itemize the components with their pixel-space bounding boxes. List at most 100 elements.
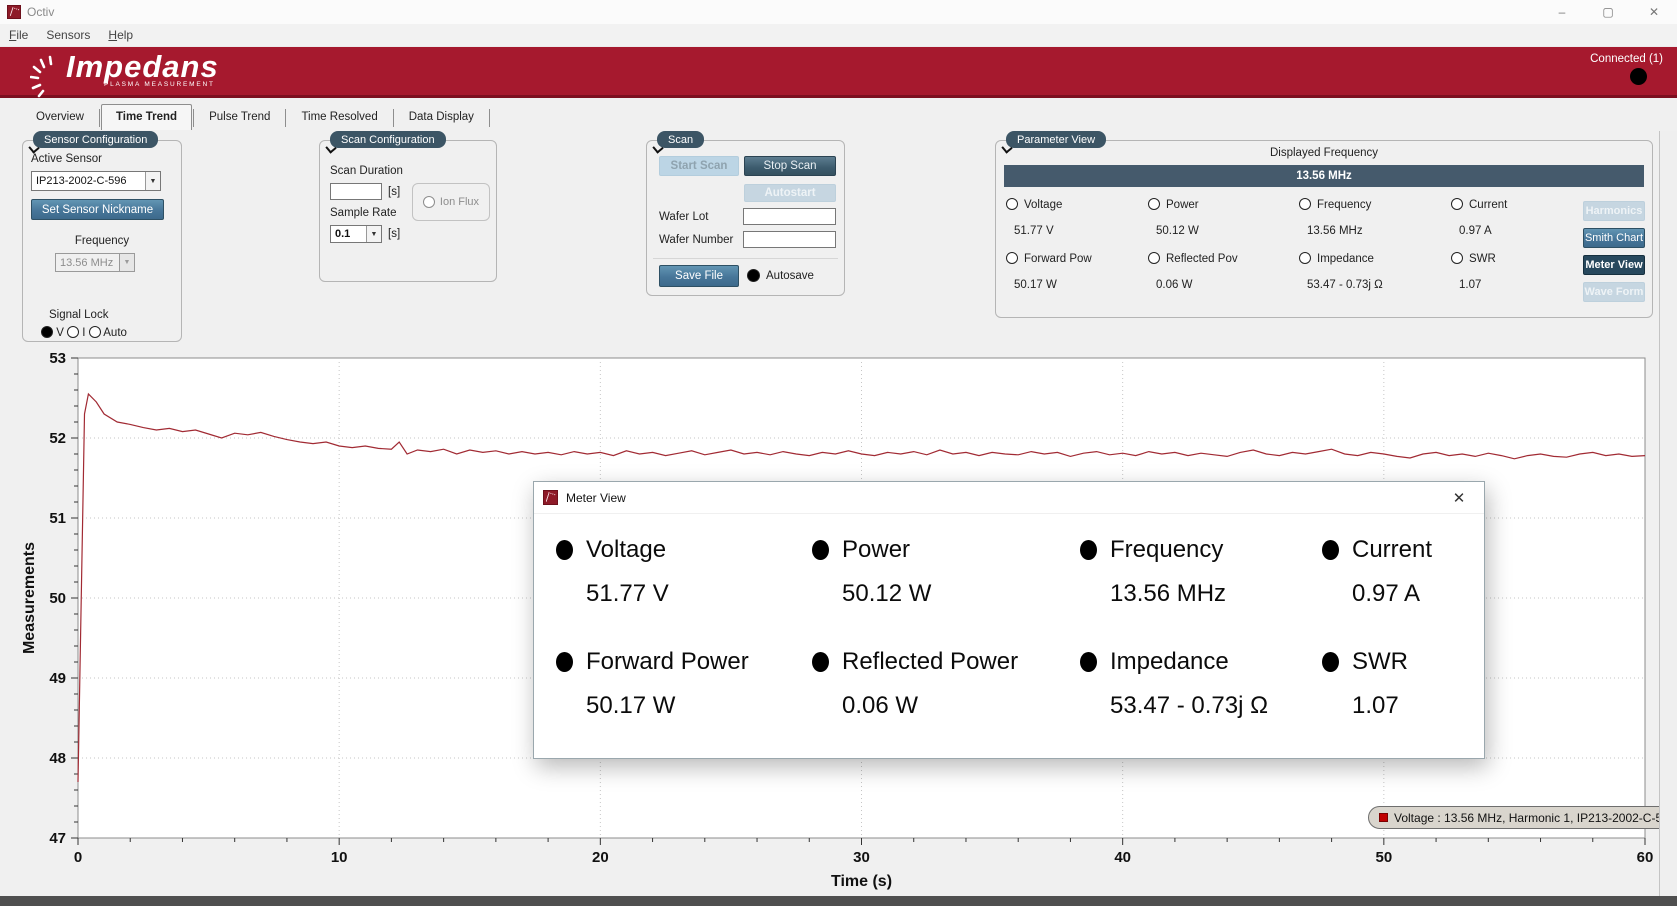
svg-text:50: 50 [1375,849,1392,866]
scan-duration-unit: [s] [388,186,400,198]
led-icon [1322,652,1339,672]
tab-time-resolved[interactable]: Time Resolved [287,107,391,130]
set-sensor-nickname-button[interactable]: Set Sensor Nickname [31,199,164,220]
svg-text:49: 49 [49,670,66,687]
menu-sensors[interactable]: Sensors [37,25,99,45]
svg-text:53: 53 [49,350,66,367]
smith-chart-button[interactable]: Smith Chart [1583,228,1645,248]
svg-text:50: 50 [49,590,66,607]
param-forward-power-label: Forward Pow [1024,253,1092,265]
chevron-down-icon[interactable]: ▼ [366,226,381,242]
param-forward-power-radio[interactable] [1006,252,1018,264]
ion-flux-group: Ion Flux [412,183,490,221]
wafer-lot-input[interactable] [743,208,836,225]
minimize-icon[interactable]: – [1539,0,1585,24]
tab-data-display[interactable]: Data Display [395,107,488,130]
param-frequency-label: Frequency [1317,199,1371,211]
scan-duration-input[interactable] [330,183,382,200]
save-file-button[interactable]: Save File [659,265,739,287]
wafer-number-input[interactable] [743,231,836,248]
signal-lock-i-radio[interactable] [67,326,79,338]
brand-name: Impedans [66,49,219,85]
displayed-frequency-label: Displayed Frequency [996,147,1652,159]
meter-current: Current 0.97 A [1322,526,1474,638]
meter-power: Power 50.12 W [812,526,1080,638]
meter-swr: SWR 1.07 [1322,638,1474,750]
scan-title: Scan [657,131,704,148]
app-icon [543,490,558,505]
svg-text:52: 52 [49,430,66,447]
displayed-frequency-value: 13.56 MHz [1296,170,1352,182]
bottom-strip [0,896,1677,906]
autosave-radio[interactable] [747,269,760,282]
param-voltage-label: Voltage [1024,199,1062,211]
harmonics-button[interactable]: Harmonics [1583,201,1645,221]
meter-voltage: Voltage 51.77 V [556,526,812,638]
active-sensor-select[interactable]: IP213-2002-C-596 ▼ [31,171,161,191]
legend-label: Voltage : 13.56 MHz, Harmonic 1, IP213-2… [1394,811,1675,825]
svg-text:Measurements: Measurements [21,542,38,654]
led-icon [812,652,829,672]
menubar: File Sensors Help [0,24,1677,47]
tabbar: Overview Time Trend Pulse Trend Time Res… [22,103,491,130]
param-impedance-radio[interactable] [1299,252,1311,264]
param-power-label: Power [1166,199,1199,211]
parameter-view-title: Parameter View [1006,131,1106,148]
menu-file[interactable]: File [0,25,37,45]
ion-flux-label: Ion Flux [440,196,479,208]
meter-frequency: Frequency 13.56 MHz [1080,526,1322,638]
param-frequency-radio[interactable] [1299,198,1311,210]
svg-text:30: 30 [853,849,870,866]
signal-lock-v-radio[interactable] [41,326,53,338]
close-icon[interactable]: ✕ [1631,0,1677,24]
signal-lock-auto-radio[interactable] [89,326,101,338]
param-current-radio[interactable] [1451,198,1463,210]
starburst-icon [30,55,64,99]
tab-overview[interactable]: Overview [22,107,98,130]
meter-view-button[interactable]: Meter View [1583,255,1645,275]
sample-rate-label: Sample Rate [330,207,396,219]
stop-scan-button[interactable]: Stop Scan [744,156,836,176]
led-icon [556,540,573,560]
param-power-radio[interactable] [1148,198,1160,210]
chevron-down-icon: ▼ [119,254,134,271]
wafer-lot-label: Wafer Lot [659,211,708,223]
meter-forward-power: Forward Power 50.17 W [556,638,812,750]
wafer-number-label: Wafer Number [659,234,733,246]
ion-flux-radio[interactable] [423,196,435,208]
param-impedance-value: 53.47 - 0.73j Ω [1307,279,1383,291]
tab-pulse-trend[interactable]: Pulse Trend [195,107,284,130]
sensor-configuration-title: Sensor Configuration [33,131,158,148]
scan-duration-label: Scan Duration [330,165,403,177]
scan-configuration-title: Scan Configuration [330,131,446,148]
chevron-down-icon[interactable]: ▼ [145,172,160,190]
param-power-value: 50.12 W [1156,225,1199,237]
frequency-select: 13.56 MHz ▼ [55,253,135,272]
start-scan-button[interactable]: Start Scan [659,156,739,176]
meter-view-titlebar[interactable]: Meter View ✕ [534,482,1484,514]
param-voltage-radio[interactable] [1006,198,1018,210]
sample-rate-select[interactable]: 0.1 ▼ [330,225,382,243]
svg-text:0: 0 [74,849,82,866]
led-icon [812,540,829,560]
param-reflected-power-radio[interactable] [1148,252,1160,264]
tab-time-trend[interactable]: Time Trend [101,104,192,130]
param-current-label: Current [1469,199,1507,211]
menu-help[interactable]: Help [99,25,142,45]
displayed-frequency-bar: 13.56 MHz [1004,165,1644,187]
maximize-icon[interactable]: ▢ [1585,0,1631,24]
svg-text:10: 10 [331,849,348,866]
autostart-button[interactable]: Autostart [744,184,836,202]
led-icon [1080,652,1097,672]
scan-configuration-panel: Scan Configuration Scan Duration [s] Ion… [319,140,497,282]
parameter-view-panel: Parameter View Displayed Frequency 13.56… [995,140,1653,318]
impedans-logo: Impedans PLASMA MEASUREMENT [30,49,219,99]
param-swr-label: SWR [1469,253,1496,265]
octiv-window: Octiv – ▢ ✕ File Sensors Help [0,0,1677,906]
wave-form-button[interactable]: Wave Form [1583,282,1645,302]
svg-text:51: 51 [49,510,66,527]
connection-status: Connected (1) [1590,53,1663,65]
signal-lock-label: Signal Lock [49,309,108,321]
close-icon[interactable]: ✕ [1448,487,1470,509]
param-swr-radio[interactable] [1451,252,1463,264]
